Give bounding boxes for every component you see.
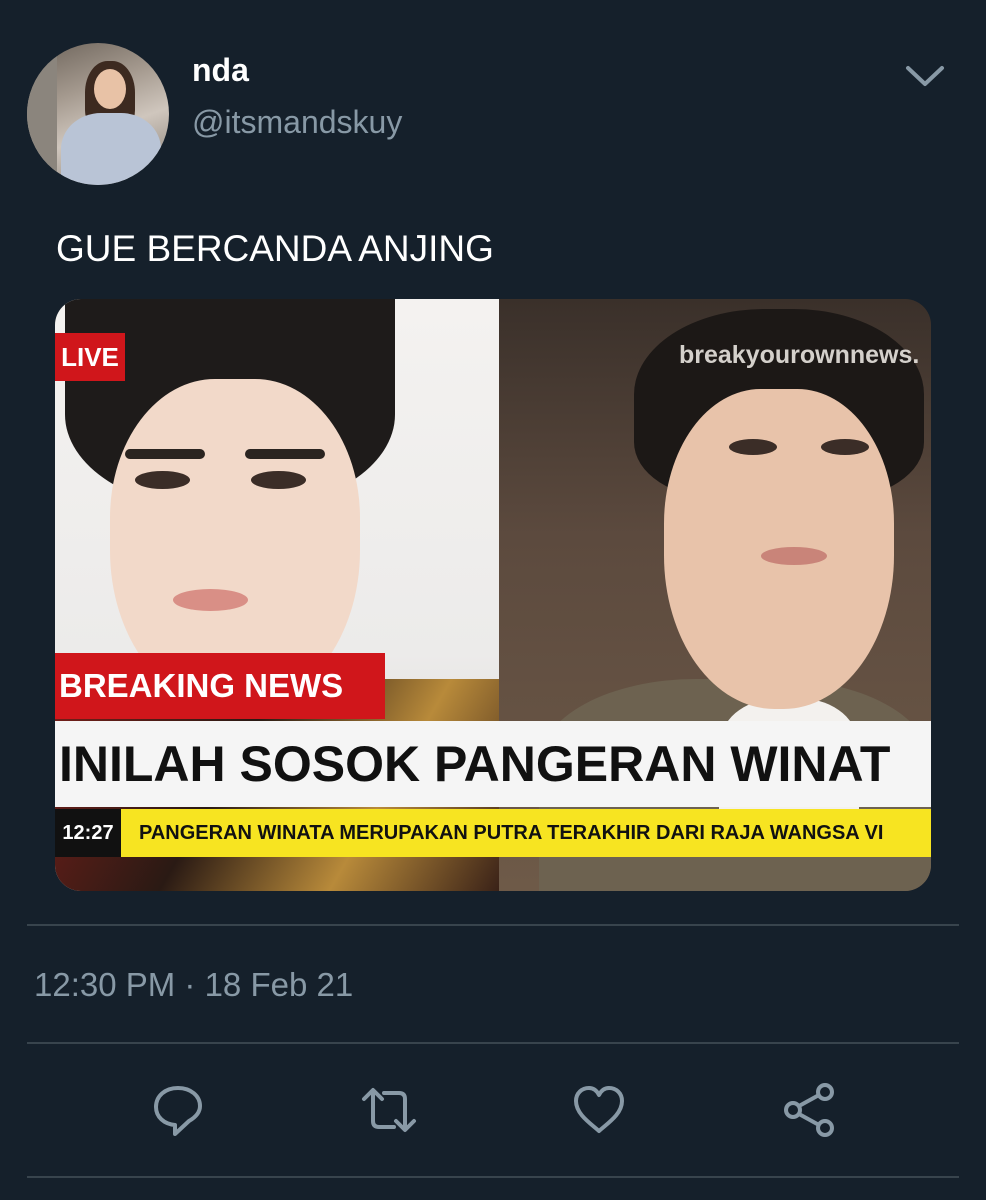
live-badge: LIVE <box>55 333 125 381</box>
avatar[interactable] <box>27 43 169 185</box>
tweet-timestamp[interactable]: 12:30 PM · 18 Feb 21 <box>34 966 353 1004</box>
display-name[interactable]: nda <box>192 52 249 89</box>
tweet-text: GUE BERCANDA ANJING <box>56 228 494 269</box>
watermark: breakyourownnews. <box>679 341 920 369</box>
left-photo-brow <box>125 449 205 459</box>
tweet-card: nda @itsmandskuy GUE BERCANDA ANJING bre… <box>0 0 986 1200</box>
tweet-media-image[interactable]: breakyourownnews. LIVE BREAKING NEWS INI… <box>55 299 931 891</box>
left-photo-brow <box>245 449 325 459</box>
breaking-news-badge: BREAKING NEWS <box>55 653 385 719</box>
avatar-background <box>27 53 57 185</box>
user-handle[interactable]: @itsmandskuy <box>192 104 402 141</box>
ticker-text: PANGERAN WINATA MERUPAKAN PUTRA TERAKHIR… <box>121 809 931 857</box>
retweet-icon[interactable] <box>359 1080 419 1140</box>
divider <box>27 924 959 926</box>
avatar-face <box>94 69 126 109</box>
divider <box>27 1042 959 1044</box>
reply-icon[interactable] <box>148 1080 208 1140</box>
avatar-body <box>61 113 161 185</box>
ticker-time: 12:27 <box>55 809 121 857</box>
headline-bar: INILAH SOSOK PANGERAN WINAT <box>55 721 931 807</box>
share-icon[interactable] <box>780 1080 840 1140</box>
left-photo-eye <box>251 471 306 489</box>
left-photo-lips <box>173 589 248 611</box>
like-icon[interactable] <box>569 1080 629 1140</box>
chevron-down-icon[interactable] <box>904 62 946 90</box>
left-photo-eye <box>135 471 190 489</box>
right-photo-lips <box>761 547 827 565</box>
divider <box>27 1176 959 1178</box>
right-photo-eye <box>821 439 869 455</box>
right-photo-eye <box>729 439 777 455</box>
